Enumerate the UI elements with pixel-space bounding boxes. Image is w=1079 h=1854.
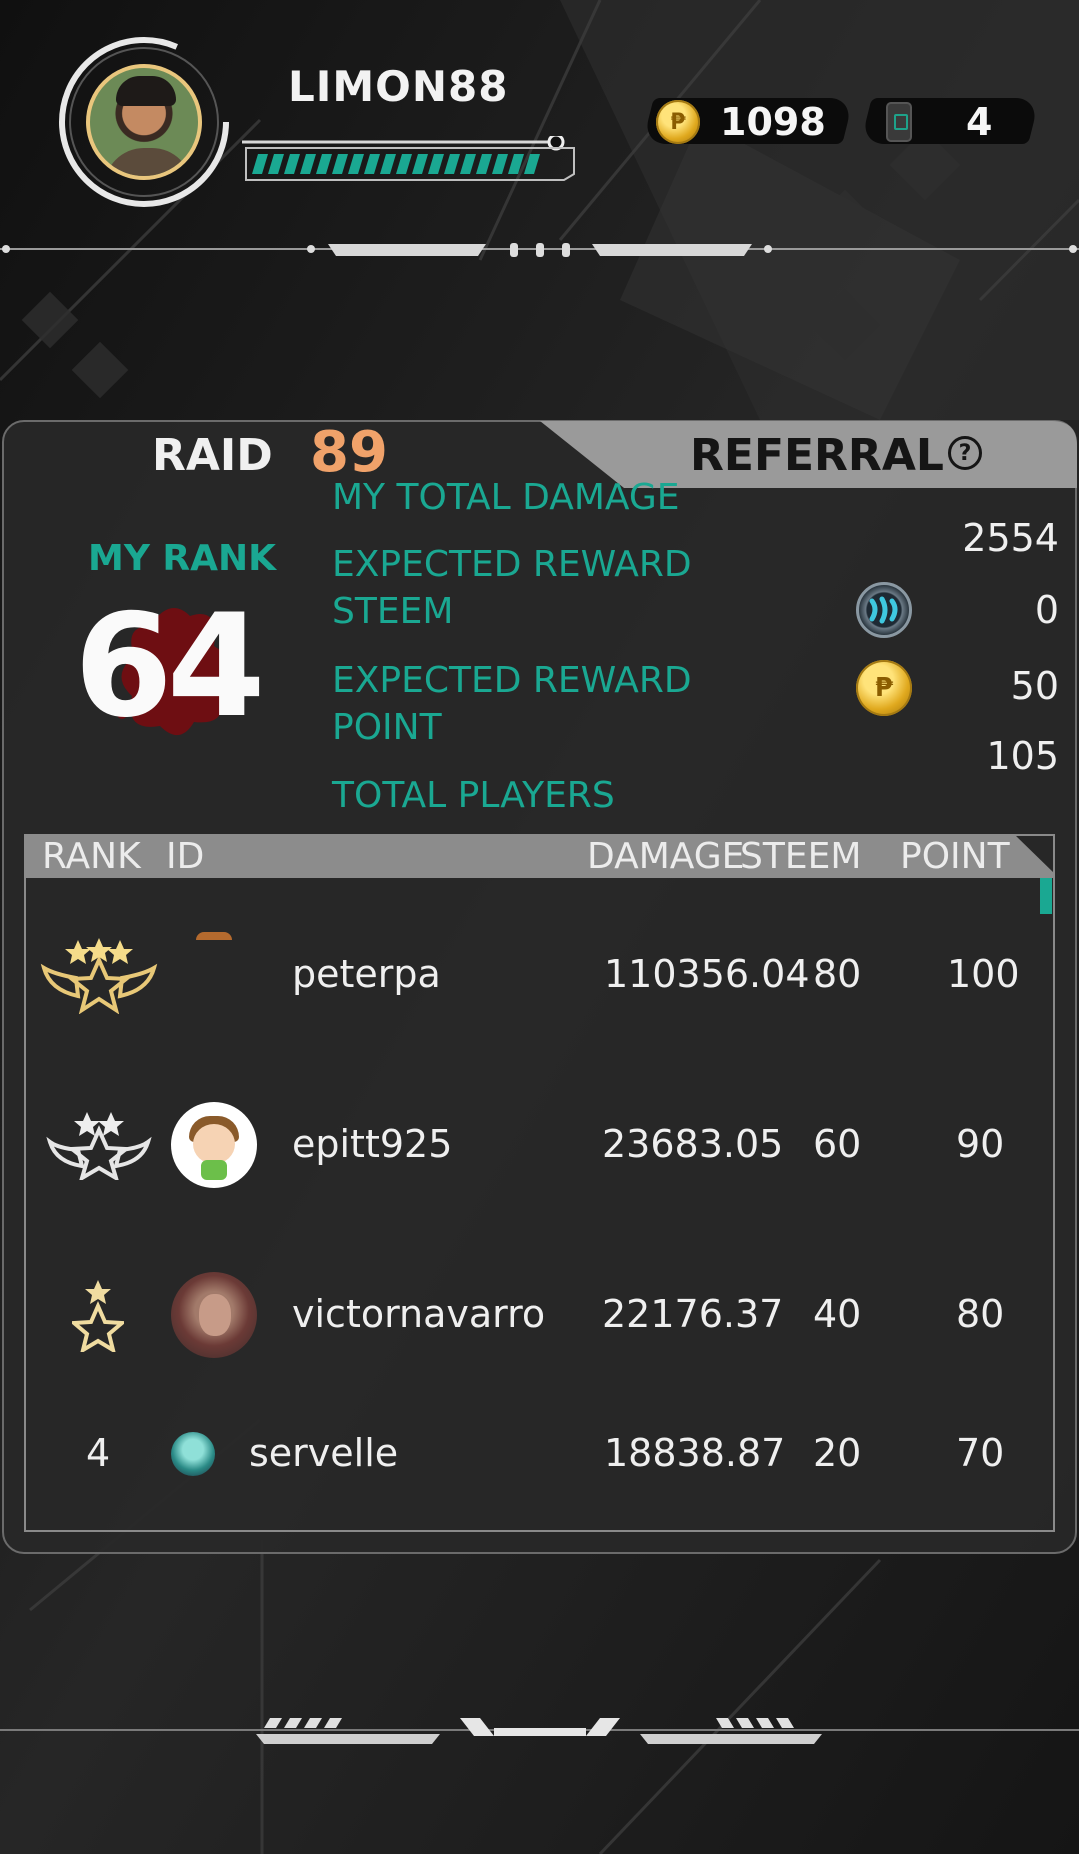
progress-stripe	[524, 154, 540, 174]
progress-stripe	[380, 154, 396, 174]
column-header-damage: DAMAGE	[587, 836, 745, 877]
coin-count: 1098	[720, 100, 826, 144]
avatar-photo	[86, 64, 202, 180]
row-3-steem: 40	[813, 1292, 862, 1336]
row-1-damage: 110356.04	[604, 952, 810, 996]
row-4-damage: 18838.87	[604, 1431, 786, 1475]
epitt925-avatar	[171, 1102, 257, 1188]
bronze-star-badge-icon	[72, 1280, 124, 1352]
gold-coin-icon: ₱	[656, 100, 700, 144]
column-header-id: ID	[166, 836, 205, 877]
row-4-steem: 20	[813, 1431, 862, 1475]
row-2-steem: 60	[813, 1122, 862, 1166]
row-2-point: 90	[956, 1122, 1005, 1166]
gold-winged-star-badge-icon	[40, 938, 158, 1014]
reward-point-label-line1: EXPECTED REWARD	[332, 660, 692, 701]
progress-stripe	[316, 154, 332, 174]
peterpa-avatar	[196, 932, 232, 940]
row-4-point: 70	[956, 1431, 1005, 1475]
column-header-rank: RANK	[42, 836, 141, 877]
reward-steem-label-line1: EXPECTED REWARD	[332, 544, 692, 585]
leaderboard-table[interactable]	[24, 834, 1055, 1532]
progress-stripe	[492, 154, 508, 174]
row-2-damage: 23683.05	[602, 1122, 784, 1166]
progress-stripe	[300, 154, 316, 174]
progress-stripe	[348, 154, 364, 174]
row-2-id[interactable]: epitt925	[292, 1122, 452, 1166]
ticket-icon	[886, 102, 912, 142]
coin-balance[interactable]: ₱ 1098	[642, 94, 854, 150]
tab-referral[interactable]: REFERRAL	[690, 430, 944, 481]
table-scrollbar-thumb[interactable]	[1040, 878, 1052, 914]
silver-winged-star-badge-icon	[46, 1112, 152, 1180]
progress-stripe	[332, 154, 348, 174]
reward-point-label-line2: POINT	[332, 707, 442, 748]
column-header-point: POINT	[900, 836, 1010, 877]
reward-steem-value: 0	[1034, 588, 1059, 632]
total-damage-label: MY TOTAL DAMAGE	[332, 477, 680, 518]
servelle-avatar	[171, 1432, 215, 1476]
total-players-label: TOTAL PLAYERS	[332, 775, 615, 816]
reward-steem-label-line2: STEEM	[332, 591, 454, 632]
row-1-point: 100	[947, 952, 1020, 996]
row-1-id[interactable]: peterpa	[292, 952, 441, 996]
row-3-damage: 22176.37	[602, 1292, 784, 1336]
progress-stripe	[396, 154, 412, 174]
username: LIMON88	[288, 62, 509, 111]
progress-stripe	[268, 154, 284, 174]
player-avatar[interactable]	[56, 34, 232, 210]
row-3-point: 80	[956, 1292, 1005, 1336]
progress-stripe	[252, 154, 268, 174]
progress-stripe	[428, 154, 444, 174]
my-rank-number: 64	[74, 584, 266, 749]
row-4-rank: 4	[86, 1431, 111, 1475]
progress-stripe	[412, 154, 428, 174]
my-rank-label: MY RANK	[88, 538, 277, 579]
progress-stripe	[444, 154, 460, 174]
ticket-count: 4	[966, 100, 993, 144]
progress-stripe	[364, 154, 380, 174]
row-3-id[interactable]: victornavarro	[292, 1292, 545, 1336]
row-1-steem: 80	[813, 952, 862, 996]
question-circle-icon[interactable]: ?	[948, 436, 982, 470]
total-damage-value: 2554	[962, 516, 1059, 560]
progress-stripe	[476, 154, 492, 174]
progress-stripe	[508, 154, 524, 174]
tab-raid[interactable]: RAID	[152, 430, 273, 481]
ticket-balance[interactable]: 4	[860, 94, 1040, 150]
progress-stripe	[284, 154, 300, 174]
total-players-value: 105	[986, 734, 1059, 778]
point-coin-icon: ₱	[856, 660, 912, 716]
reward-point-value: 50	[1010, 664, 1059, 708]
column-header-steem: STEEM	[740, 836, 862, 877]
victornavarro-avatar	[171, 1272, 257, 1358]
progress-stripe	[460, 154, 476, 174]
level-progress-bar	[242, 136, 575, 181]
steem-token-icon	[856, 582, 912, 638]
bottom-frame-decoration	[0, 1718, 1079, 1744]
row-4-id[interactable]: servelle	[249, 1431, 398, 1475]
